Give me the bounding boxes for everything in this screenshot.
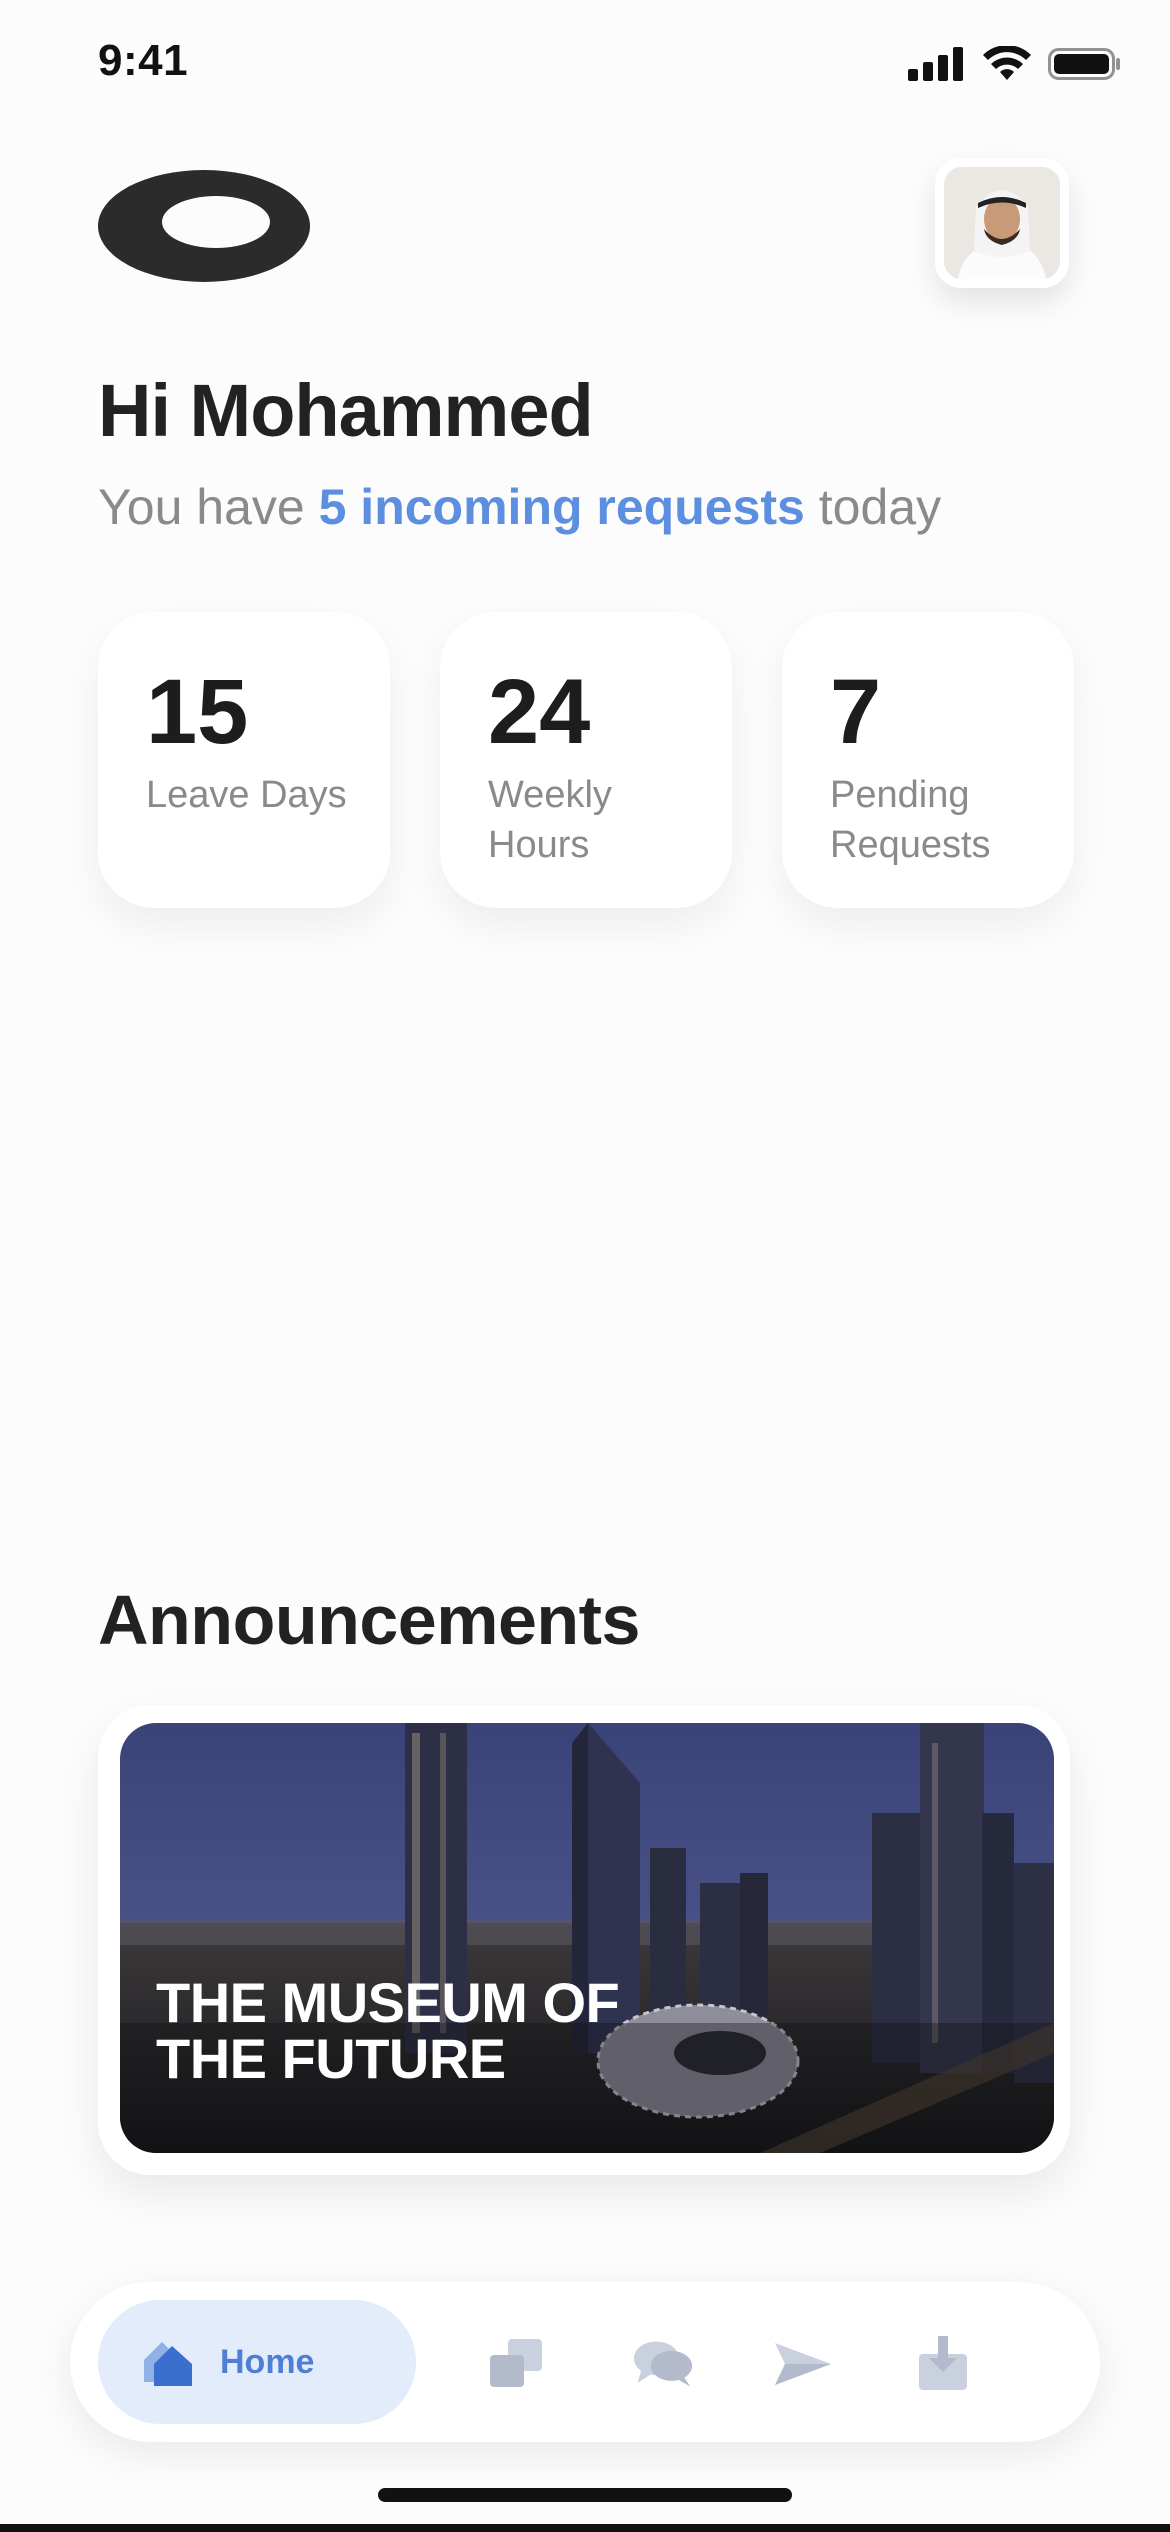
subtitle-prefix: You have (98, 479, 305, 535)
greeting-subtitle: You have 5 incoming requests today (98, 478, 941, 536)
screen-bottom-edge (0, 2524, 1170, 2532)
stat-card-pending-requests[interactable]: 7 Pending Requests (782, 612, 1074, 908)
paper-plane-icon (775, 2343, 831, 2385)
tab-chat[interactable] (632, 2334, 694, 2394)
announcement-card-title: THE MUSEUM OF THE FUTURE (156, 1971, 620, 2090)
announcements-title: Announcements (98, 1581, 640, 1659)
subtitle-suffix: today (818, 479, 942, 535)
tab-stacked-squares[interactable] (486, 2334, 548, 2394)
status-icons (908, 46, 1122, 82)
bottom-tab-bar: Home (70, 2282, 1100, 2442)
download-tray-icon (919, 2336, 967, 2390)
profile-avatar-button[interactable] (935, 158, 1069, 288)
status-time: 9:41 (98, 36, 189, 85)
tab-send[interactable] (772, 2334, 834, 2394)
stacked-squares-icon (490, 2339, 542, 2387)
chat-bubbles-icon (633, 2341, 693, 2387)
home-icon (144, 2342, 192, 2386)
stat-label: Leave Days (146, 774, 347, 816)
stat-value: 24 (488, 661, 591, 763)
status-bar: 9:41 (0, 0, 1170, 130)
announcement-image: THE MUSEUM OF THE FUTURE (120, 1723, 1054, 2153)
user-avatar-icon (944, 167, 1060, 279)
oval-ring-logo-icon (98, 170, 310, 282)
announcement-card[interactable]: THE MUSEUM OF THE FUTURE (98, 1705, 1070, 2175)
cellular-signal-icon (908, 47, 963, 81)
tab-downloads[interactable] (912, 2334, 974, 2394)
avatar (944, 167, 1060, 279)
tab-home-label: Home (220, 2342, 315, 2381)
tab-home[interactable]: Home (98, 2300, 416, 2424)
incoming-requests-link[interactable]: 5 incoming requests (319, 479, 805, 535)
stat-label: Weekly Hours (488, 774, 612, 866)
stat-card-leave-days[interactable]: 15 Leave Days (98, 612, 390, 908)
stat-label: Pending Requests (830, 774, 991, 866)
wifi-icon (983, 46, 1031, 80)
stat-card-weekly-hours[interactable]: 24 Weekly Hours (440, 612, 732, 908)
greeting-title: Hi Mohammed (98, 369, 594, 452)
stat-value: 7 (830, 661, 882, 763)
stat-value: 15 (146, 661, 249, 763)
battery-icon (1048, 48, 1120, 80)
home-indicator[interactable] (378, 2488, 792, 2502)
